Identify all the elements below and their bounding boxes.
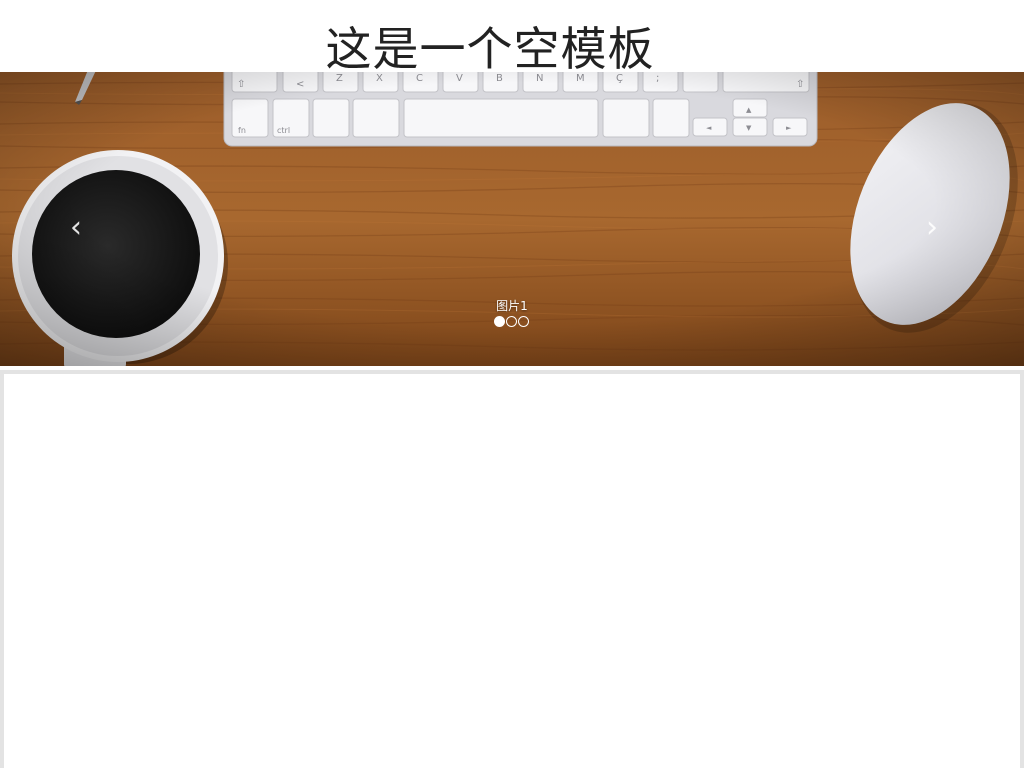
chevron-left-icon[interactable]: ‹ [64,208,88,248]
chevron-right-icon[interactable]: › [920,208,944,248]
image-carousel[interactable]: ⇧ < Z X C V B N M Ç ; ⇧ fn ctrl ▲ ◄ ▼ ► [0,72,1024,366]
page-header: 这是一个空模板 [0,0,1024,76]
carousel-indicator[interactable] [506,316,517,327]
slide-caption: 图片1 [496,299,528,313]
content-panel [0,370,1024,768]
carousel-indicator[interactable] [518,316,529,327]
page-title: 这是一个空模板 [325,22,655,76]
carousel-indicator[interactable] [494,316,505,327]
carousel-indicators [494,316,529,328]
